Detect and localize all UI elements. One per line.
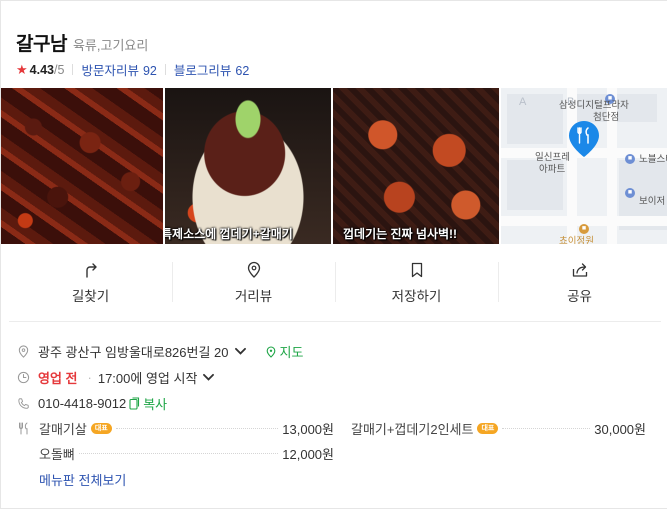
chevron-down-icon[interactable] [202, 371, 215, 384]
map-label: 쵸이정원 [559, 236, 594, 244]
view-full-menu-link[interactable]: 메뉴판 전체보기 [39, 470, 126, 489]
copy-icon [129, 397, 140, 410]
directions-label: 길찾기 [71, 288, 110, 304]
dotted-leader [78, 453, 279, 454]
menu-item-name: 오돌뼈 [39, 447, 75, 462]
photo-caption: 껍데기는 진짜 넘사벽!! [343, 227, 458, 241]
menu-item[interactable]: 오돌뼈 12,000원 [39, 444, 334, 463]
map-pin-icon [266, 345, 275, 358]
directions-button[interactable]: 길찾기 [9, 244, 172, 321]
phone-icon [18, 398, 29, 409]
opening-hours[interactable]: 17:00에 영업 시작 [98, 368, 198, 387]
signature-badge: 대표 [90, 423, 112, 434]
street-view-button[interactable]: 거리뷰 [172, 244, 335, 321]
share-button[interactable]: 공유 [498, 244, 661, 321]
menu-item-name: 갈매기+껍데기2인세트 [351, 422, 474, 437]
rating-row: ★ 4.43 /5 방문자리뷰 92 블로그리뷰 62 [16, 60, 249, 79]
save-button[interactable]: 저장하기 [335, 244, 498, 321]
share-icon [572, 262, 587, 277]
place-card: 갈구남 육류,고기요리 ★ 4.43 /5 방문자리뷰 92 블로그리뷰 62 특제… [0, 0, 667, 509]
save-label: 저장하기 [391, 288, 442, 304]
map-label: 노블스테이 [639, 154, 667, 165]
clock-icon [17, 371, 30, 384]
map-label: 보이저 [639, 196, 666, 207]
map-poi-icon: ■ [579, 224, 589, 234]
menu-item-price: 30,000원 [594, 422, 646, 437]
chevron-down-icon[interactable] [234, 345, 247, 358]
map-label: 아파트 [539, 164, 566, 175]
blog-review-count: 62 [235, 64, 250, 78]
dotted-leader [502, 428, 591, 429]
rating-score: 4.43 [29, 62, 54, 77]
photo-pork-skin[interactable]: 껍데기는 진짜 넘사벽!! [333, 88, 499, 244]
divider [164, 64, 166, 75]
mini-map[interactable]: A B ■ 삼성디지털프라자 첨단점 일신프레 아파트 ■ 노블스테이 ■ 보이… [501, 88, 667, 244]
photo-grilled-meat[interactable] [1, 88, 163, 244]
map-link-label: 지도 [279, 345, 304, 360]
directions-icon [85, 262, 97, 278]
map-block-letter: A [519, 96, 527, 108]
location-pin-icon [247, 261, 260, 278]
visitor-review-count: 92 [142, 64, 157, 78]
restaurant-pin-icon[interactable] [568, 120, 600, 158]
map-label: 일신프레 [535, 152, 570, 163]
phone-number[interactable]: 010-4418-9012 [38, 396, 126, 411]
map-block [507, 94, 563, 144]
share-label: 공유 [567, 288, 592, 304]
menu-item-price: 13,000원 [282, 422, 334, 437]
map-road [567, 88, 577, 244]
blog-review-label: 블로그리뷰 [173, 64, 232, 78]
menu-item-name: 갈매기살 [39, 422, 87, 437]
photo-strip: 특제소스에 껍데기+갈매기 껍데기는 진짜 넘사벽!! A B ■ 삼성디지털프… [1, 88, 667, 244]
copy-button[interactable]: 복사 [129, 394, 167, 413]
business-status: 영업 전 [38, 371, 78, 386]
photo-meat-with-sauce[interactable]: 특제소스에 껍데기+갈매기 [165, 88, 331, 244]
address-text[interactable]: 광주 광산구 임방울대로826번길 20 [38, 342, 229, 361]
map-link[interactable]: 지도 [265, 342, 304, 361]
divider [72, 64, 74, 75]
visitor-review-link[interactable]: 방문자리뷰 92 [81, 60, 156, 79]
place-header: 갈구남 육류,고기요리 [16, 29, 148, 56]
place-category: 육류,고기요리 [72, 38, 149, 53]
fork-knife-icon [19, 422, 28, 435]
copy-label: 복사 [143, 397, 168, 412]
street-view-label: 거리뷰 [234, 288, 273, 304]
hours-row: 영업 전 · 17:00에 영업 시작 [17, 368, 223, 387]
dot-separator: · [87, 370, 92, 385]
action-bar: 길찾기 거리뷰 저장하기 공유 [9, 244, 661, 322]
blog-review-link[interactable]: 블로그리뷰 62 [174, 60, 249, 79]
signature-badge: 대표 [477, 423, 499, 434]
location-pin-icon [18, 345, 29, 358]
menu-item[interactable]: 갈매기+껍데기2인세트 대표 30,000원 [351, 419, 646, 438]
address-row: 광주 광산구 임방울대로826번길 20 지도 [17, 342, 303, 361]
menu-item-price: 12,000원 [282, 447, 334, 462]
dotted-leader [115, 428, 279, 429]
rating-max: /5 [54, 62, 65, 77]
place-name[interactable]: 갈구남 [16, 29, 67, 56]
phone-row: 010-4418-9012 복사 [17, 394, 167, 413]
bookmark-icon [411, 262, 422, 277]
visitor-review-label: 방문자리뷰 [81, 64, 139, 78]
star-icon: ★ [16, 61, 28, 77]
photo-caption: 특제소스에 껍데기+갈매기 [165, 227, 293, 241]
map-label: 삼성디지털프라자 [559, 100, 629, 111]
menu-item[interactable]: 갈매기살 대표 13,000원 [39, 419, 334, 438]
